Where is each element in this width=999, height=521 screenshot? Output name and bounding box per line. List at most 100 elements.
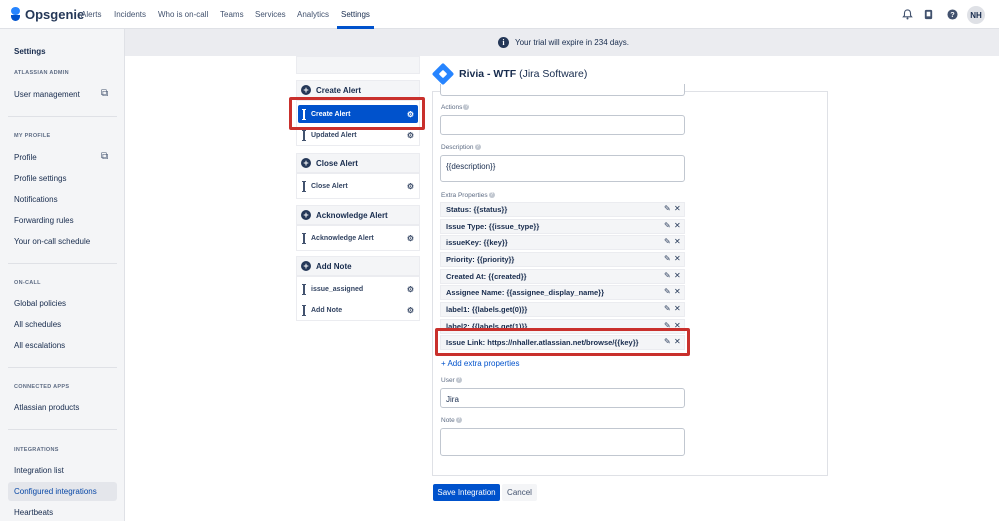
- partial-input-field[interactable]: [440, 84, 685, 96]
- description-input[interactable]: {{description}}: [440, 155, 685, 182]
- action-label: Add Note: [311, 306, 343, 314]
- nav-item-alerts[interactable]: Alerts: [81, 10, 101, 19]
- sidebar-divider: [8, 367, 117, 368]
- add-action-icon[interactable]: +: [301, 158, 311, 168]
- nav-item-incidents[interactable]: Incidents: [114, 10, 146, 19]
- save-integration-button[interactable]: Save Integration: [433, 484, 500, 501]
- user-label-text: User: [441, 377, 455, 384]
- help-icon: ?: [474, 144, 481, 150]
- edit-icon[interactable]: ✎: [664, 254, 671, 263]
- add-action-icon[interactable]: +: [301, 85, 311, 95]
- help-icon: ?: [455, 377, 462, 383]
- action-item-acknowledge-alert[interactable]: Acknowledge Alert ⚙: [298, 229, 418, 247]
- edit-icon[interactable]: ✎: [664, 204, 671, 213]
- trial-banner: i Your trial will expire in 234 days.: [125, 29, 999, 56]
- user-input[interactable]: Jira: [440, 388, 685, 408]
- close-icon[interactable]: ✕: [674, 204, 681, 213]
- action-item-close-alert[interactable]: Close Alert ⚙: [298, 177, 418, 195]
- edit-icon[interactable]: ✎: [664, 304, 671, 313]
- nav-item-analytics[interactable]: Analytics: [297, 10, 329, 19]
- action-item-add-note[interactable]: Add Note ⚙: [298, 301, 418, 319]
- sidebar-item-configured-integrations[interactable]: Configured integrations: [8, 482, 117, 501]
- sidebar-item-atlassian-products[interactable]: Atlassian products: [8, 398, 117, 417]
- group-title: Acknowledge Alert: [316, 210, 388, 220]
- gear-icon[interactable]: ⚙: [407, 234, 414, 243]
- drag-handle-icon[interactable]: [302, 180, 306, 192]
- external-link-icon[interactable]: ⧉: [101, 151, 108, 162]
- add-action-icon[interactable]: +: [301, 261, 311, 271]
- add-action-icon[interactable]: +: [301, 210, 311, 220]
- sidebar-item-on-call-schedule[interactable]: Your on-call schedule: [8, 232, 117, 251]
- edit-icon[interactable]: ✎: [664, 271, 671, 280]
- edit-icon[interactable]: ✎: [664, 237, 671, 246]
- svg-text:?: ?: [950, 10, 955, 19]
- action-item-issue-assigned[interactable]: issue_assigned ⚙: [298, 280, 418, 298]
- sidebar-item-all-escalations[interactable]: All escalations: [8, 336, 117, 355]
- close-icon[interactable]: ✕: [674, 287, 681, 296]
- gear-icon[interactable]: ⚙: [407, 182, 414, 191]
- edit-icon[interactable]: ✎: [664, 287, 671, 296]
- nav-item-who-is-on-call[interactable]: Who is on-call: [158, 10, 208, 19]
- sidebar-item-notifications[interactable]: Notifications: [8, 190, 117, 209]
- close-icon[interactable]: ✕: [674, 237, 681, 246]
- extra-property-row: Status: {{status}}: [440, 202, 685, 217]
- extra-property-row: Created At: {{created}}: [440, 269, 685, 284]
- nav-item-settings[interactable]: Settings: [341, 10, 370, 19]
- sidebar-item-global-policies[interactable]: Global policies: [8, 294, 117, 313]
- sidebar-item-all-schedules[interactable]: All schedules: [8, 315, 117, 334]
- mobile-icon[interactable]: [923, 9, 934, 20]
- close-icon[interactable]: ✕: [674, 304, 681, 313]
- group-title: Create Alert: [316, 85, 362, 95]
- integration-title: Rivia - WTF (Jira Software): [459, 68, 587, 80]
- sidebar-item-integration-list[interactable]: Integration list: [8, 461, 117, 480]
- integration-type: (Jira Software): [519, 68, 588, 80]
- sidebar-divider: [8, 263, 117, 264]
- gear-icon[interactable]: ⚙: [407, 285, 414, 294]
- group-header-close-alert: + Close Alert: [296, 153, 420, 173]
- section-integrations: INTEGRATIONS: [14, 447, 59, 453]
- cancel-button[interactable]: Cancel: [502, 484, 537, 501]
- opsgenie-logo-icon: [10, 7, 21, 22]
- gear-icon[interactable]: ⚙: [407, 131, 414, 140]
- jira-logo-icon: [431, 62, 455, 86]
- help-icon[interactable]: ?: [947, 9, 958, 20]
- sidebar-item-forwarding-rules[interactable]: Forwarding rules: [8, 211, 117, 230]
- section-my-profile: MY PROFILE: [14, 133, 51, 139]
- add-extra-properties-link[interactable]: + Add extra properties: [441, 359, 520, 368]
- opsgenie-logo[interactable]: Opsgenie: [10, 7, 84, 22]
- group-header-add-note: + Add Note: [296, 256, 420, 276]
- help-icon: ?: [455, 417, 462, 423]
- extra-properties-label-text: Extra Properties: [441, 192, 488, 199]
- sidebar-title: Settings: [14, 47, 46, 56]
- action-label: Close Alert: [311, 182, 348, 190]
- sidebar-item-profile-settings[interactable]: Profile settings: [8, 169, 117, 188]
- actions-label: Actions?: [441, 104, 470, 111]
- drag-handle-icon[interactable]: [302, 129, 306, 141]
- actions-label-text: Actions: [441, 104, 463, 111]
- section-connected-apps: CONNECTED APPS: [14, 384, 70, 390]
- bell-icon[interactable]: [902, 9, 913, 20]
- edit-icon[interactable]: ✎: [664, 221, 671, 230]
- user-avatar[interactable]: NH: [967, 6, 985, 24]
- drag-handle-icon[interactable]: [302, 232, 306, 244]
- sidebar-divider: [8, 116, 117, 117]
- extra-properties-label: Extra Properties?: [441, 192, 495, 199]
- highlight-box: [435, 328, 690, 356]
- drag-handle-icon[interactable]: [302, 304, 306, 316]
- close-icon[interactable]: ✕: [674, 254, 681, 263]
- nav-item-teams[interactable]: Teams: [220, 10, 244, 19]
- group-title: Close Alert: [316, 158, 358, 168]
- close-icon[interactable]: ✕: [674, 221, 681, 230]
- drag-handle-icon[interactable]: [302, 283, 306, 295]
- gear-icon[interactable]: ⚙: [407, 306, 414, 315]
- nav-item-services[interactable]: Services: [255, 10, 286, 19]
- description-label-text: Description: [441, 144, 474, 151]
- note-label: Note?: [441, 417, 462, 424]
- note-input[interactable]: [440, 428, 685, 456]
- user-label: User?: [441, 377, 462, 384]
- sidebar-item-heartbeats[interactable]: Heartbeats: [8, 503, 117, 521]
- integration-name: Rivia - WTF: [459, 68, 517, 80]
- actions-input[interactable]: [440, 115, 685, 135]
- close-icon[interactable]: ✕: [674, 271, 681, 280]
- external-link-icon[interactable]: ⧉: [101, 88, 108, 99]
